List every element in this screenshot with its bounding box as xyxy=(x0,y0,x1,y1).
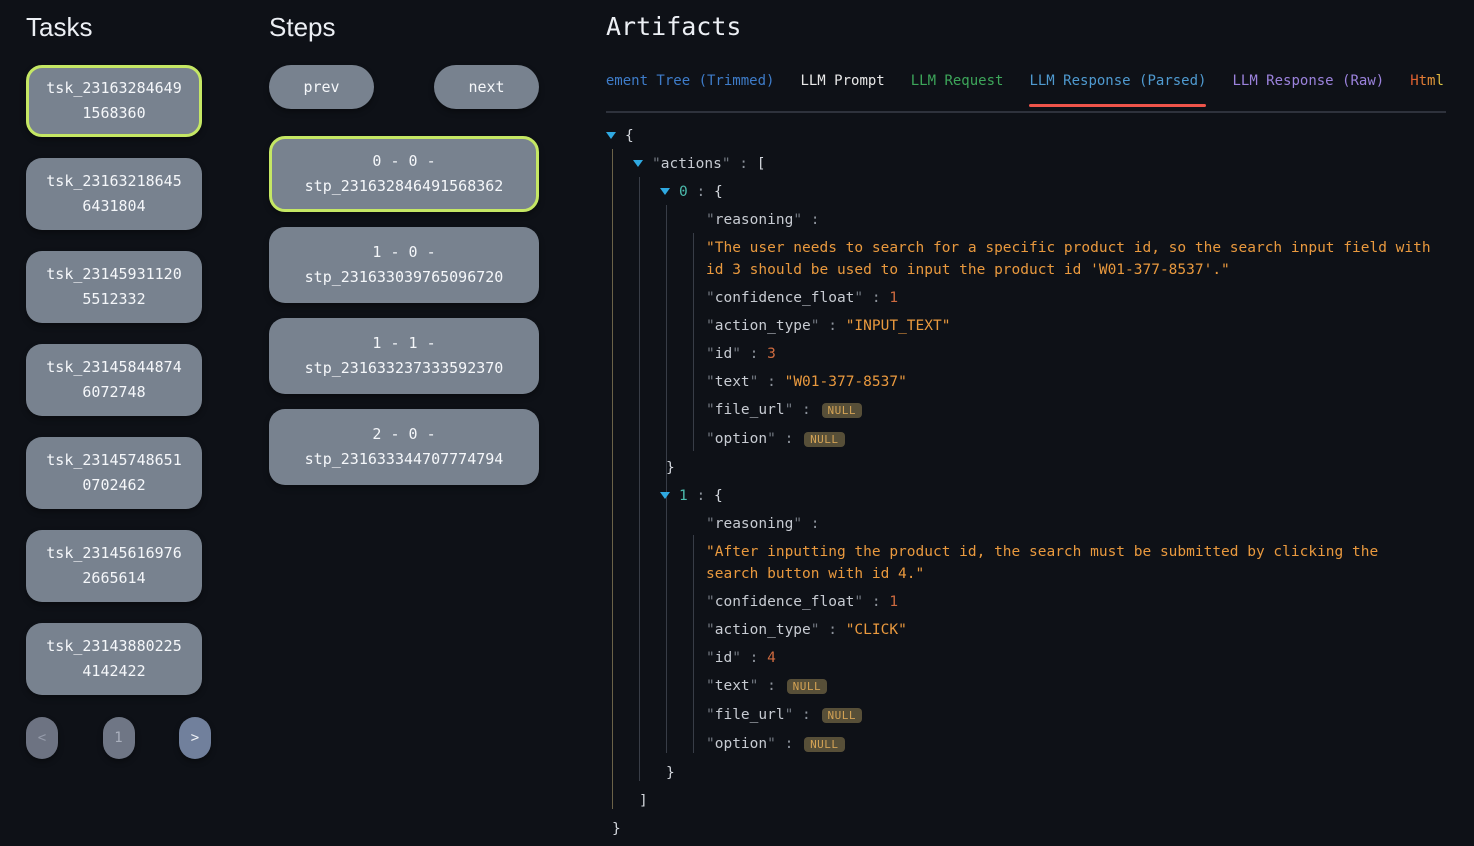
task-button[interactable]: tsk_231456169762665614 xyxy=(26,530,202,602)
tab-html-raw[interactable]: Html (Raw) xyxy=(1410,71,1446,107)
null-badge: NULL xyxy=(822,708,863,723)
json-row: "id" : 4 xyxy=(606,647,1446,669)
tab-llm-response-raw[interactable]: LLM Response (Raw) xyxy=(1232,71,1384,107)
task-button[interactable]: tsk_231632846491568360 xyxy=(26,65,202,137)
step-button[interactable]: 1 - 1 - stp_231633237333592370 xyxy=(269,318,539,394)
collapse-caret-icon[interactable] xyxy=(633,160,643,167)
pagination-page-1-button[interactable]: 1 xyxy=(103,717,135,759)
step-list: 0 - 0 - stp_231632846491568362 1 - 0 - st… xyxy=(269,136,539,485)
artifacts-tabs-row: Element Tree (Trimmed) LLM Prompt LLM Requ… xyxy=(606,71,1446,113)
tab-llm-request[interactable]: LLM Request xyxy=(911,71,1004,107)
json-row: } xyxy=(606,762,1446,784)
json-row: "reasoning" : xyxy=(606,513,1446,535)
null-badge: NULL xyxy=(787,679,828,694)
json-tree-viewer: { "actions" : [ 0 : { "reasoning" : "The use… xyxy=(606,125,1446,840)
json-row: "text" : NULL xyxy=(606,675,1446,698)
json-row: "text" : "W01-377-8537" xyxy=(606,371,1446,393)
steps-panel: Steps prev next 0 - 0 - stp_231632846491… xyxy=(269,12,539,500)
task-list: tsk_231632846491568360 tsk_23163218645643… xyxy=(26,65,202,695)
collapse-caret-icon[interactable] xyxy=(606,132,616,139)
null-badge: NULL xyxy=(804,432,845,447)
json-row: "action_type" : "INPUT_TEXT" xyxy=(606,315,1446,337)
tab-element-tree-trimmed[interactable]: Element Tree (Trimmed) xyxy=(606,71,774,107)
json-row: "option" : NULL xyxy=(606,733,1446,756)
json-row: } xyxy=(606,457,1446,479)
tab-track xyxy=(606,111,1446,113)
json-row: "id" : 3 xyxy=(606,343,1446,365)
artifacts-panel: Artifacts Element Tree (Trimmed) LLM Prom… xyxy=(606,12,1446,846)
pagination: < 1 > xyxy=(26,717,211,759)
json-row: "file_url" : NULL xyxy=(606,399,1446,422)
json-rows: { "actions" : [ 0 : { "reasoning" : "The use… xyxy=(606,125,1446,840)
task-button[interactable]: tsk_231438802254142422 xyxy=(26,623,202,695)
prev-step-button[interactable]: prev xyxy=(269,65,374,109)
tab-llm-response-parsed[interactable]: LLM Response (Parsed) xyxy=(1029,71,1206,107)
json-row: } xyxy=(606,818,1446,840)
task-button[interactable]: tsk_231459311205512332 xyxy=(26,251,202,323)
json-row: "option" : NULL xyxy=(606,428,1446,451)
json-row: ] xyxy=(606,790,1446,812)
artifacts-tabs: Element Tree (Trimmed) LLM Prompt LLM Requ… xyxy=(606,71,1446,107)
step-button[interactable]: 2 - 0 - stp_231633344707774794 xyxy=(269,409,539,485)
pagination-prev-button[interactable]: < xyxy=(26,717,58,759)
collapse-caret-icon[interactable] xyxy=(660,492,670,499)
step-nav: prev next xyxy=(269,65,539,109)
json-row: "The user needs to search for a specific… xyxy=(606,237,1446,281)
json-row: "confidence_float" : 1 xyxy=(606,591,1446,613)
next-step-button[interactable]: next xyxy=(434,65,539,109)
json-row: 0 : { xyxy=(606,181,1446,203)
json-row: "confidence_float" : 1 xyxy=(606,287,1446,309)
null-badge: NULL xyxy=(804,737,845,752)
pagination-next-button[interactable]: > xyxy=(179,717,211,759)
tab-llm-prompt[interactable]: LLM Prompt xyxy=(800,71,884,107)
tasks-panel: Tasks tsk_231632846491568360 tsk_23163218… xyxy=(26,12,202,759)
task-button[interactable]: tsk_231632186456431804 xyxy=(26,158,202,230)
null-badge: NULL xyxy=(822,403,863,418)
task-button[interactable]: tsk_231458448746072748 xyxy=(26,344,202,416)
tasks-title: Tasks xyxy=(26,12,202,43)
task-button[interactable]: tsk_231457486510702462 xyxy=(26,437,202,509)
json-row: "file_url" : NULL xyxy=(606,704,1446,727)
json-row: "After inputting the product id, the sea… xyxy=(606,541,1446,585)
json-row: "action_type" : "CLICK" xyxy=(606,619,1446,641)
json-row: "reasoning" : xyxy=(606,209,1446,231)
artifacts-title: Artifacts xyxy=(606,12,1446,41)
steps-title: Steps xyxy=(269,12,539,43)
json-row: "actions" : [ xyxy=(606,153,1446,175)
step-button[interactable]: 1 - 0 - stp_231633039765096720 xyxy=(269,227,539,303)
collapse-caret-icon[interactable] xyxy=(660,188,670,195)
json-row: { xyxy=(606,125,1446,147)
step-button[interactable]: 0 - 0 - stp_231632846491568362 xyxy=(269,136,539,212)
json-row: 1 : { xyxy=(606,485,1446,507)
